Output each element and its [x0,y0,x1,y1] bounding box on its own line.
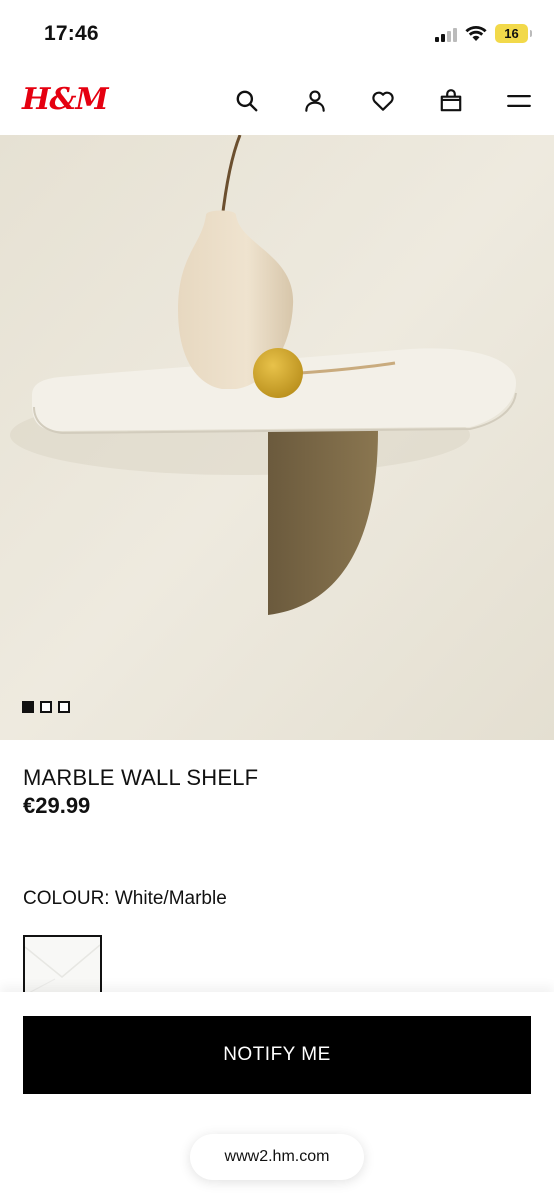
browser-url-bar[interactable]: www2.hm.com [190,1134,364,1180]
product-price: €29.99 [23,793,91,818]
battery-level: 16 [504,26,519,41]
status-time: 17:46 [44,22,99,45]
url-text: www2.hm.com [224,1148,330,1165]
account-icon[interactable] [300,86,330,116]
menu-icon[interactable] [504,86,534,116]
gallery-dot[interactable] [58,701,70,713]
status-bar: 17:46 16 [0,0,554,68]
gallery-dot[interactable] [22,701,34,713]
sticky-action-bar: NOTIFY ME www2.hm.com [0,992,554,1200]
gallery-dots [22,701,70,713]
favourites-icon[interactable] [368,86,398,116]
colour-label: COLOUR: White/Marble [23,888,227,909]
product-image[interactable] [0,135,554,740]
battery-icon: 16 [495,24,532,43]
notify-me-button[interactable]: NOTIFY ME [23,1016,531,1094]
wifi-icon [465,25,487,41]
hm-logo[interactable]: H&M [22,82,109,117]
product-photo [0,135,554,740]
cellular-signal-icon [435,26,457,42]
search-icon[interactable] [232,86,262,116]
status-indicators: 16 [435,24,532,43]
site-header: H&M [0,68,554,135]
bag-icon[interactable] [436,86,466,116]
gallery-dot[interactable] [40,701,52,713]
product-title: MARBLE WALL SHELF [23,765,259,790]
